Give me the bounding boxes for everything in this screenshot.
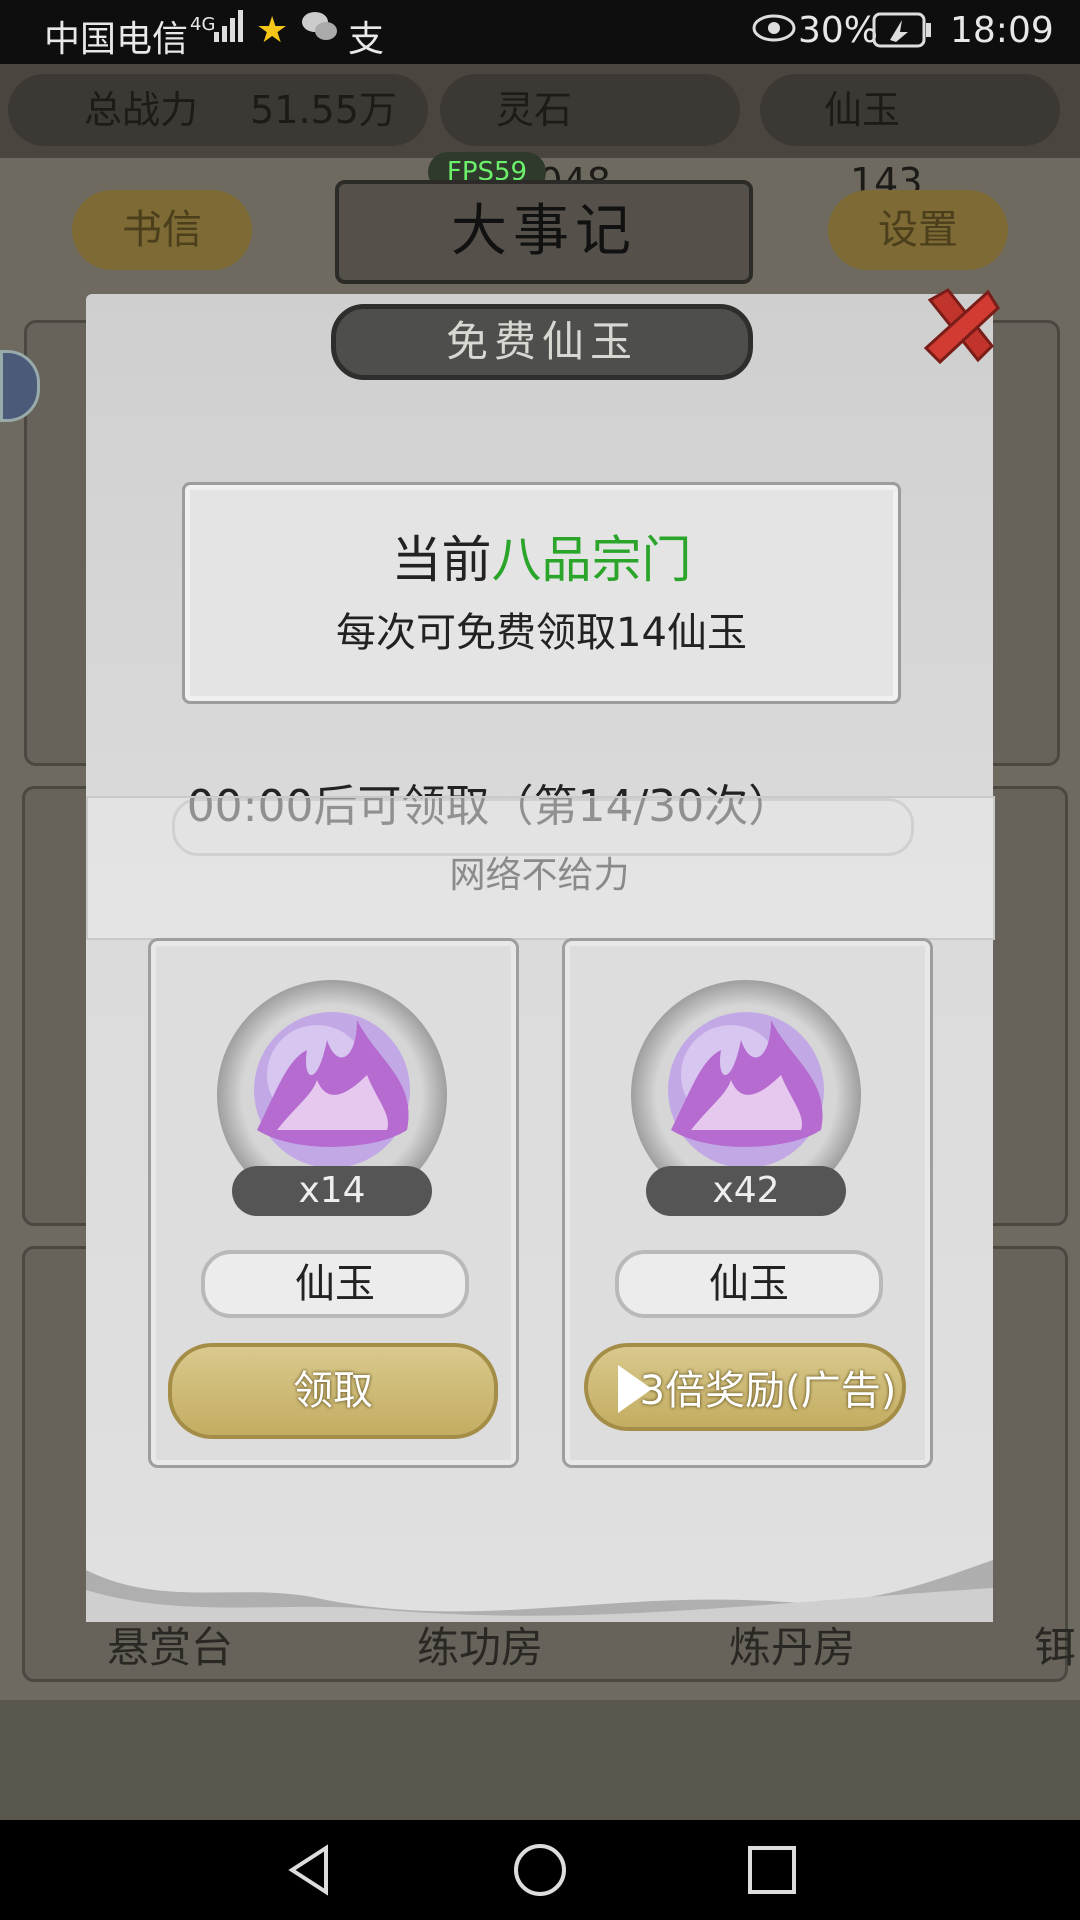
reward-name: 仙玉: [201, 1250, 469, 1318]
star-icon: ★: [256, 10, 289, 51]
eye-icon: [752, 8, 796, 57]
clock: 18:09: [950, 10, 1054, 51]
signal-icon: [212, 6, 246, 55]
spirit-stone-label: 灵石: [496, 88, 573, 132]
sect-info-line: 当前八品宗门: [182, 520, 901, 592]
bottom-menu: [0, 1700, 1080, 1820]
jade-label: 仙玉: [824, 88, 901, 132]
building-label[interactable]: 炼丹房: [652, 1614, 932, 1675]
reward-name: 仙玉: [615, 1250, 883, 1318]
ad-reward-label: 3倍奖励(广告): [639, 1368, 897, 1414]
navigation-bar: [0, 1820, 1080, 1920]
jade-display: 仙玉 143: [760, 74, 1060, 204]
building-label[interactable]: 练功房: [340, 1614, 620, 1675]
reward-count: x42: [646, 1166, 846, 1216]
sect-rank: 八品宗门: [491, 531, 692, 589]
free-claim-info: 每次可免费领取14仙玉: [336, 610, 747, 656]
battery-icon: [872, 10, 934, 59]
ad-reward-button[interactable]: 3倍奖励(广告): [584, 1343, 906, 1431]
reward-count: x14: [232, 1166, 432, 1216]
play-icon: [618, 1365, 652, 1413]
settings-button[interactable]: 设置: [828, 190, 1008, 270]
dialog-bottom-decoration: [86, 1550, 993, 1622]
alipay-icon: 支: [348, 19, 385, 60]
building-label[interactable]: 悬赏台: [30, 1614, 310, 1675]
close-icon[interactable]: [918, 282, 1004, 368]
building-label[interactable]: 铒: [1030, 1614, 1080, 1675]
info-prefix: 当前: [391, 531, 492, 589]
back-icon[interactable]: [282, 1842, 338, 1902]
battery-percent: 30%: [798, 10, 879, 51]
dialog-title: 免费仙玉: [331, 304, 753, 380]
recent-apps-icon[interactable]: [744, 1842, 800, 1902]
power-display: 总战力 51.55万: [8, 74, 428, 146]
power-value: 51.55万: [250, 88, 397, 132]
home-icon[interactable]: [512, 1840, 568, 1904]
page-title: 大事记: [335, 180, 753, 284]
status-bar: 中国电信 4G ★ 支 30% 18:09: [0, 0, 1080, 64]
spirit-stone-display: 灵石 25048: [440, 74, 740, 204]
sect-info-box: [182, 482, 901, 704]
network-toast: 网络不给力: [449, 855, 630, 896]
power-label: 总战力: [84, 88, 199, 132]
letters-button[interactable]: 书信: [72, 190, 252, 270]
claim-button[interactable]: 领取: [168, 1343, 498, 1439]
wechat-icon: [300, 6, 340, 55]
carrier-label: 中国电信: [44, 19, 189, 60]
